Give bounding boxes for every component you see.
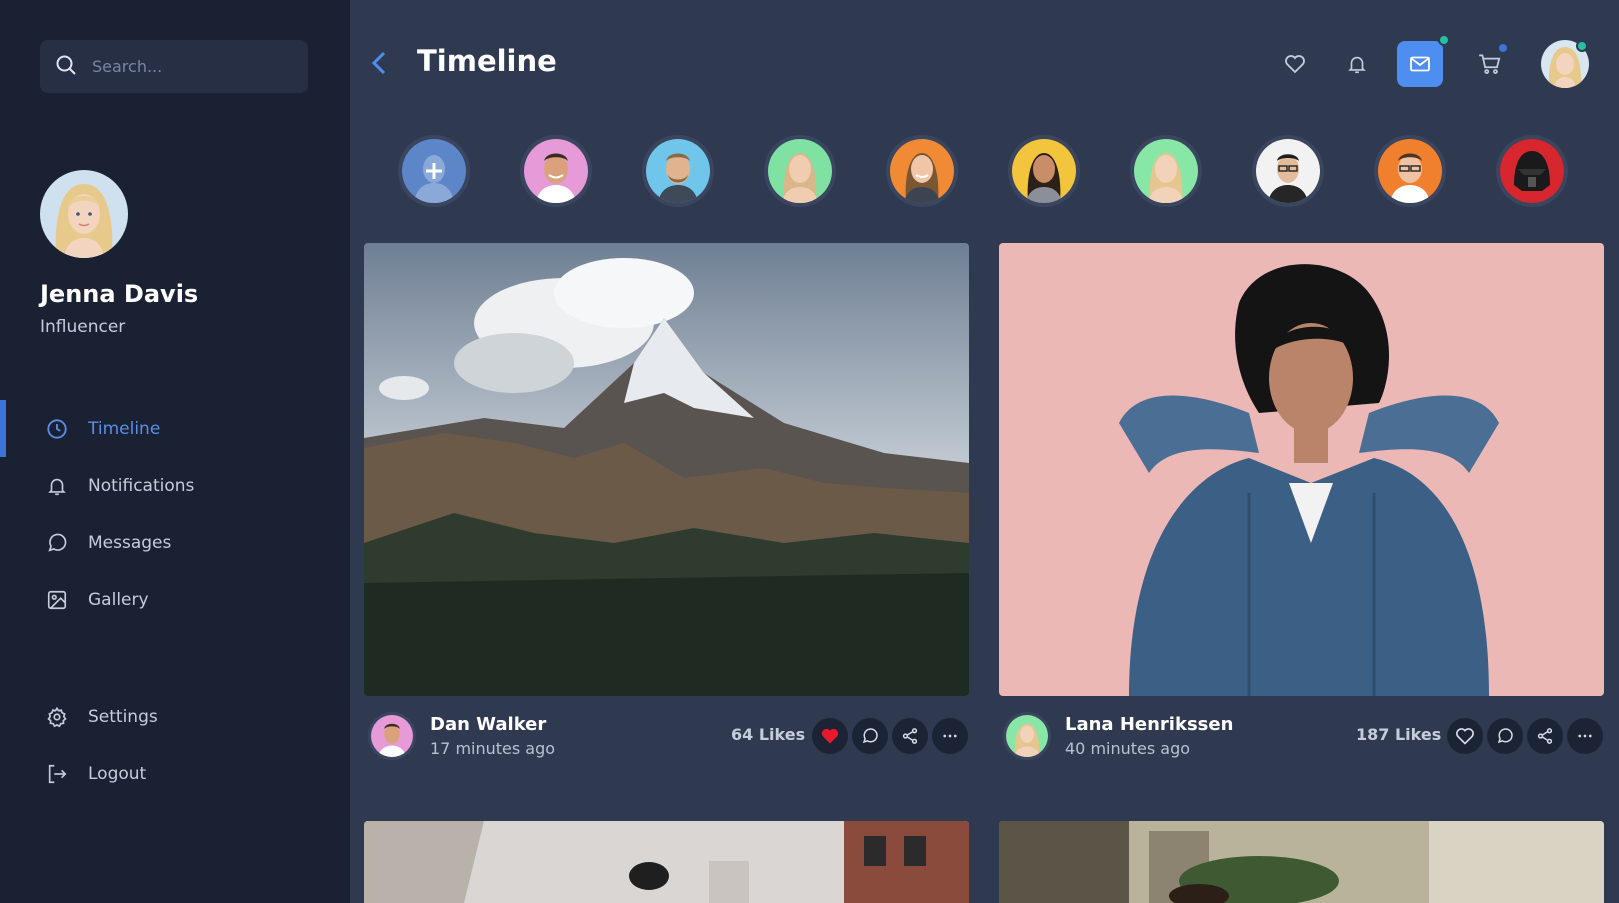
sidebar: Jenna Davis Influencer Timeline Notifica… (0, 0, 350, 903)
story-avatar[interactable] (1008, 135, 1080, 207)
search-icon (54, 53, 78, 81)
story-avatar[interactable] (1374, 135, 1446, 207)
clock-icon (46, 418, 68, 440)
sidebar-item-label: Gallery (88, 590, 149, 610)
post-image[interactable] (364, 821, 969, 903)
share-button[interactable] (1527, 718, 1563, 754)
story-avatar[interactable] (1130, 135, 1202, 207)
page-title: Timeline (417, 44, 557, 78)
search-input[interactable] (92, 57, 292, 76)
story-avatar[interactable] (886, 135, 958, 207)
online-status-dot (1438, 34, 1450, 46)
profile-name: Jenna Davis (40, 280, 199, 308)
share-icon (902, 728, 918, 744)
post-image[interactable] (999, 821, 1604, 903)
comment-icon (862, 728, 878, 744)
profile-avatar[interactable] (40, 170, 128, 258)
like-button[interactable] (812, 718, 848, 754)
sidebar-item-logout[interactable]: Logout (0, 751, 350, 797)
more-button[interactable] (1567, 718, 1603, 754)
gear-icon (46, 706, 68, 728)
story-avatar[interactable] (1252, 135, 1324, 207)
street-photo (364, 821, 969, 903)
more-button[interactable] (932, 718, 968, 754)
story-avatar[interactable] (1496, 135, 1568, 207)
add-story-button[interactable] (398, 135, 470, 207)
author-avatar[interactable] (368, 712, 416, 760)
comment-icon (1497, 728, 1513, 744)
plants-photo (999, 821, 1604, 903)
heart-icon (1285, 55, 1305, 74)
post-image[interactable] (999, 243, 1604, 696)
author-avatar[interactable] (1003, 712, 1051, 760)
more-icon (943, 734, 957, 738)
more-icon (1578, 734, 1592, 738)
comment-button[interactable] (1487, 718, 1523, 754)
message-icon (46, 532, 68, 554)
woman-denim-photo (999, 243, 1604, 696)
story-avatar[interactable] (520, 135, 592, 207)
sidebar-item-messages[interactable]: Messages (0, 520, 350, 566)
story-avatar[interactable] (764, 135, 836, 207)
comment-button[interactable] (852, 718, 888, 754)
sidebar-item-timeline[interactable]: Timeline (0, 406, 350, 452)
like-button[interactable] (1447, 718, 1483, 754)
search-box[interactable] (40, 40, 308, 93)
back-button[interactable] (368, 48, 392, 78)
notifications-button[interactable] (1334, 41, 1380, 87)
mountain-photo (364, 243, 969, 696)
chevron-left-icon (371, 51, 386, 75)
profile-role: Influencer (40, 317, 126, 337)
messages-button[interactable] (1397, 41, 1443, 87)
sidebar-item-label: Timeline (88, 419, 161, 439)
sidebar-item-label: Notifications (88, 476, 195, 496)
mail-icon (1410, 56, 1430, 72)
sidebar-item-label: Logout (88, 764, 147, 784)
favorites-button[interactable] (1272, 41, 1318, 87)
sidebar-item-settings[interactable]: Settings (0, 694, 350, 740)
author-name[interactable]: Lana Henrikssen (1065, 714, 1233, 735)
sidebar-item-label: Settings (88, 707, 158, 727)
sidebar-item-notifications[interactable]: Notifications (0, 463, 350, 509)
image-icon (46, 589, 68, 611)
bell-icon (1348, 56, 1366, 74)
share-icon (1537, 728, 1553, 744)
sidebar-item-gallery[interactable]: Gallery (0, 577, 350, 623)
logout-icon (46, 763, 68, 785)
likes-count: 64 Likes (731, 725, 806, 744)
cart-icon (1479, 54, 1501, 74)
heart-filled-icon (821, 728, 839, 744)
post-timestamp: 40 minutes ago (1065, 739, 1191, 758)
sidebar-item-label: Messages (88, 533, 172, 553)
bell-icon (46, 475, 68, 497)
share-button[interactable] (892, 718, 928, 754)
online-status-dot (1576, 40, 1588, 52)
post-timestamp: 17 minutes ago (430, 739, 556, 758)
author-name[interactable]: Dan Walker (430, 714, 546, 735)
cart-badge-dot (1497, 42, 1509, 54)
post-image[interactable] (364, 243, 969, 696)
story-avatar[interactable] (642, 135, 714, 207)
heart-icon (1456, 728, 1474, 745)
likes-count: 187 Likes (1356, 725, 1442, 744)
